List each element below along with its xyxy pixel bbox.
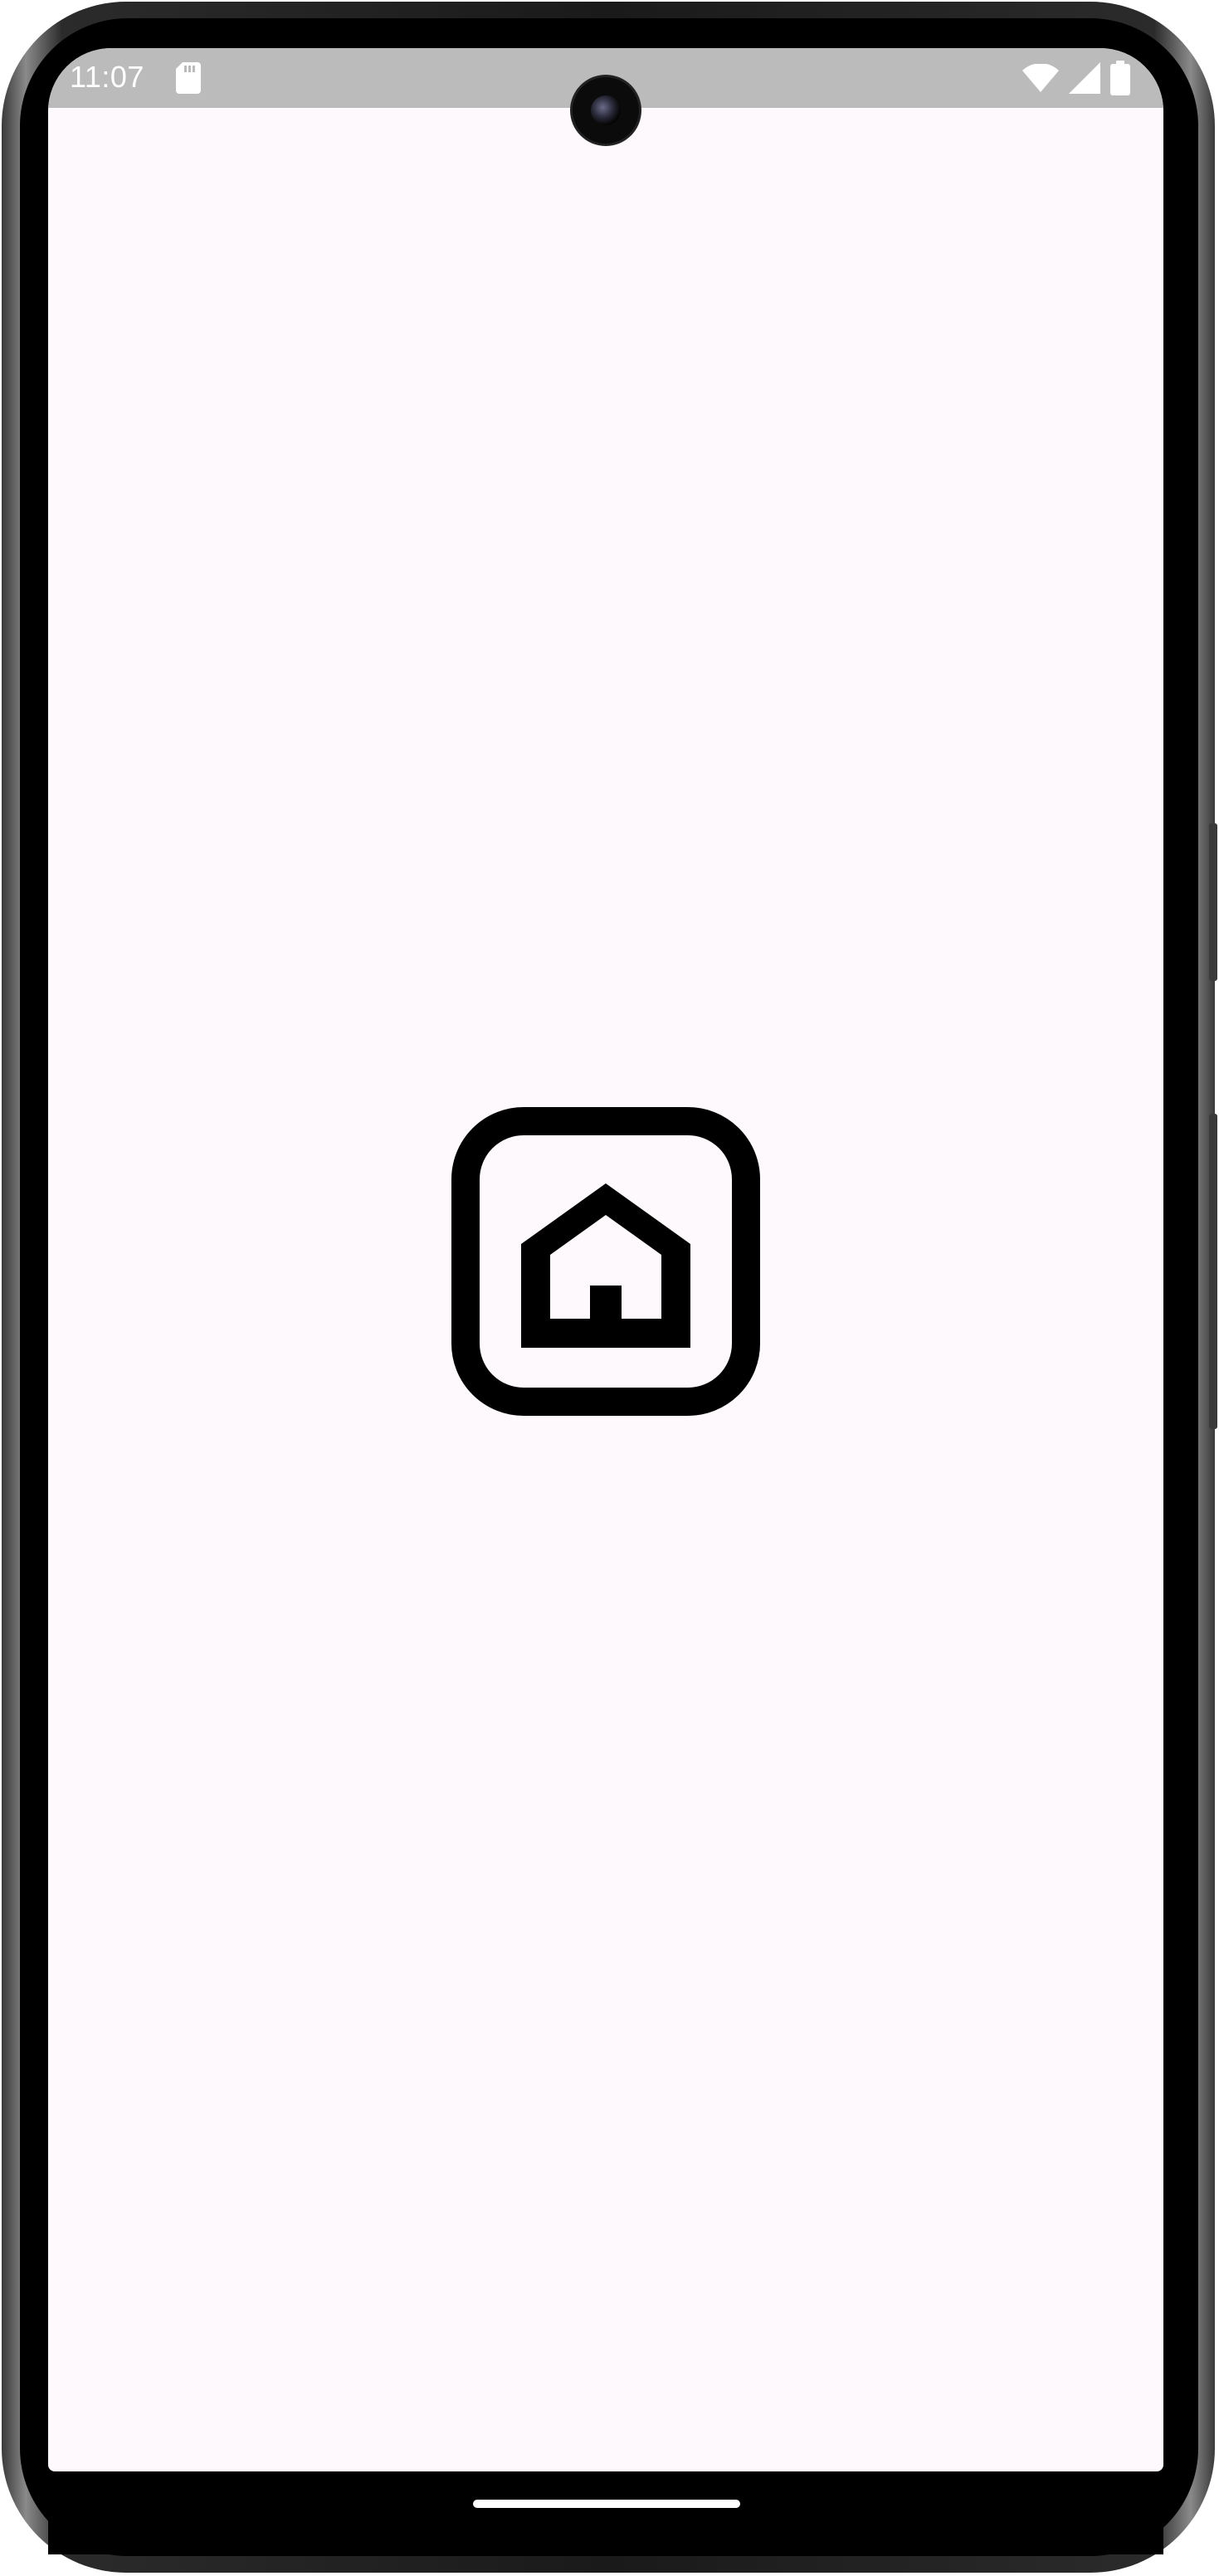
cell-signal-icon <box>1069 62 1100 94</box>
camera-lens <box>591 95 621 125</box>
status-icons <box>1022 60 1130 96</box>
home-icon[interactable] <box>451 1107 760 1416</box>
status-time: 11:07 <box>70 60 144 94</box>
screen: 11:07 <box>48 48 1163 2471</box>
battery-icon <box>1110 61 1130 95</box>
volume-button <box>1209 823 1217 981</box>
navigation-bar <box>48 2471 1163 2554</box>
gesture-handle[interactable] <box>473 2500 740 2508</box>
front-camera <box>573 77 639 144</box>
sd-card-icon <box>176 62 201 94</box>
wifi-icon <box>1022 64 1059 92</box>
power-button <box>1209 1114 1217 1429</box>
